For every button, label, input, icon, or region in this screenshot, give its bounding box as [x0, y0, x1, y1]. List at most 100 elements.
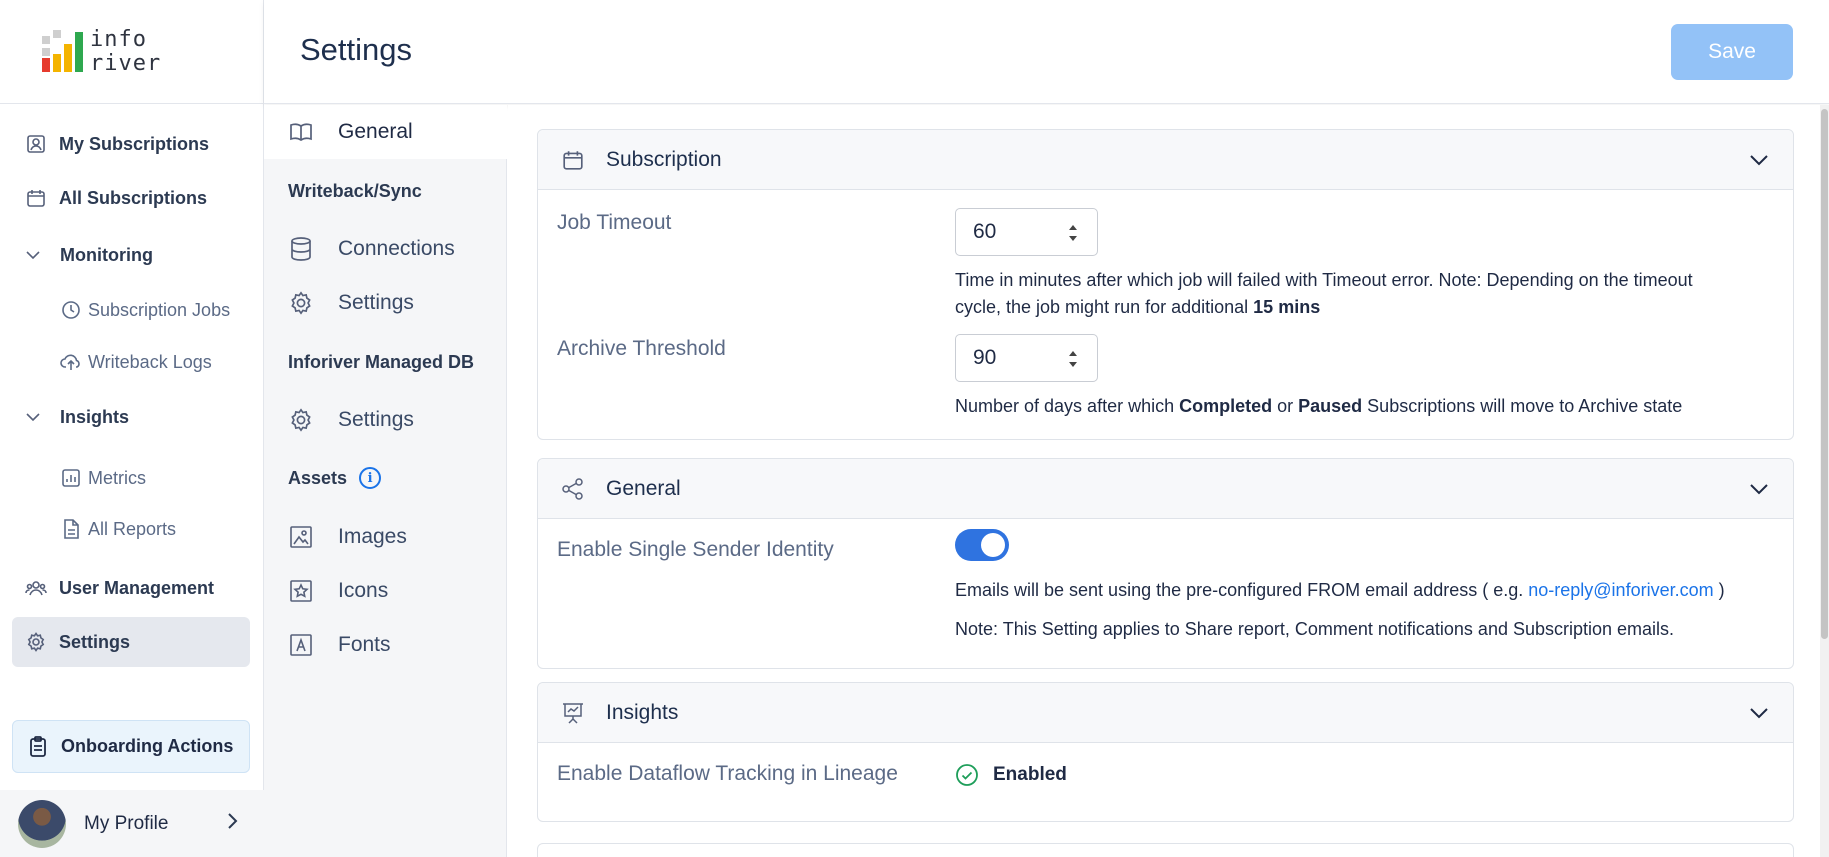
archive-threshold-label: Archive Threshold — [557, 337, 726, 360]
archive-threshold-help: Number of days after which Completed or … — [955, 396, 1683, 416]
dataflow-tracking-status: Enabled — [955, 763, 1067, 787]
sidebar-group-label: Insights — [60, 406, 130, 427]
database-icon — [288, 236, 314, 262]
presentation-chart-icon — [560, 700, 586, 726]
subnav-label: Connections — [338, 237, 455, 260]
gear-icon — [288, 407, 314, 433]
scrollbar[interactable] — [1820, 105, 1829, 857]
sidebar-item-user-management[interactable]: User Management — [12, 563, 250, 613]
chevron-down-icon[interactable] — [1747, 477, 1771, 501]
subscription-card: Subscription Job Timeout 60 Time in minu… — [537, 129, 1794, 440]
clock-icon — [60, 299, 82, 321]
sidebar-group-monitoring[interactable]: Monitoring — [12, 235, 250, 275]
logo-mark — [42, 30, 84, 72]
sidebar-item-all-subscriptions[interactable]: All Subscriptions — [12, 173, 250, 223]
subnav-heading-managed-db: Inforiver Managed DB — [288, 352, 475, 372]
sidebar-item-subscription-jobs[interactable]: Subscription Jobs — [60, 292, 230, 328]
subnav-item-fonts[interactable]: Fonts — [264, 618, 507, 672]
insights-card-header[interactable]: Insights — [538, 683, 1793, 743]
cloud-upload-icon — [60, 351, 82, 373]
sidebar-item-my-subscriptions[interactable]: My Subscriptions — [12, 119, 250, 169]
profile-menu[interactable]: My Profile — [0, 790, 264, 857]
subnav-label: Images — [338, 525, 407, 548]
single-sender-toggle[interactable] — [955, 529, 1009, 561]
toggle-knob — [981, 533, 1005, 557]
sidebar-item-writeback-logs[interactable]: Writeback Logs — [60, 344, 212, 380]
general-card-header[interactable]: General — [538, 459, 1793, 519]
single-sender-help: Emails will be sent using the pre-config… — [955, 580, 1725, 600]
gear-icon — [288, 290, 314, 316]
job-timeout-help: Time in minutes after which job will fai… — [955, 270, 1693, 317]
image-icon — [288, 524, 314, 550]
document-icon — [60, 518, 82, 540]
sidebar-item-settings[interactable]: Settings — [12, 617, 250, 667]
card-title: General — [606, 476, 681, 500]
subnav-item-images[interactable]: Images — [264, 510, 507, 564]
top-header: Settings Save — [264, 0, 1829, 104]
users-icon — [25, 577, 47, 599]
gear-icon — [25, 631, 47, 653]
scrollbar-thumb[interactable] — [1821, 109, 1828, 639]
profile-name: My Profile — [84, 812, 169, 834]
font-icon — [288, 632, 314, 658]
general-card: General Enable Single Sender Identity Em… — [537, 458, 1794, 669]
subnav-item-connections[interactable]: Connections — [264, 222, 507, 276]
chevron-down-icon[interactable] — [1747, 148, 1771, 172]
subnav-heading-label: Assets — [288, 467, 348, 488]
clipboard-icon — [27, 735, 49, 758]
sidebar-item-label: Subscription Jobs — [88, 299, 231, 320]
share-icon — [560, 476, 586, 502]
chevron-down-icon[interactable] — [1747, 701, 1771, 725]
single-sender-label: Enable Single Sender Identity — [557, 538, 834, 561]
settings-content: Subscription Job Timeout 60 Time in minu… — [508, 105, 1829, 857]
dataflow-tracking-label: Enable Dataflow Tracking in Lineage — [557, 762, 898, 785]
sidebar-item-label: All Reports — [88, 518, 177, 539]
sidebar-item-label: Writeback Logs — [88, 351, 212, 372]
save-button[interactable]: Save — [1671, 24, 1793, 80]
card-title: Subscription — [606, 147, 722, 171]
archive-threshold-input[interactable]: 90 — [955, 334, 1098, 382]
check-circle-icon — [956, 764, 978, 786]
settings-subnav: General Writeback/Sync Connections Setti… — [264, 105, 507, 857]
onboarding-actions-button[interactable]: Onboarding Actions — [12, 720, 250, 773]
chevron-down-icon — [26, 409, 48, 425]
archive-threshold-value: 90 — [973, 346, 997, 369]
sidebar-item-all-reports[interactable]: All Reports — [60, 511, 176, 547]
email-link[interactable]: no-reply@inforiver.com — [1528, 580, 1713, 600]
sidebar: info river My Subscriptions All Subscrip… — [0, 0, 264, 857]
logo[interactable]: info river — [0, 0, 263, 104]
subnav-item-icons[interactable]: Icons — [264, 564, 507, 618]
subnav-label: General — [338, 120, 413, 143]
subnav-label: Settings — [338, 291, 414, 314]
sidebar-item-label: User Management — [59, 577, 215, 598]
sidebar-group-insights[interactable]: Insights — [12, 397, 250, 437]
job-timeout-input[interactable]: 60 — [955, 208, 1098, 256]
calendar-icon — [560, 147, 586, 173]
subnav-label: Settings — [338, 408, 414, 431]
book-icon — [288, 119, 314, 145]
number-stepper-icon[interactable] — [1067, 221, 1079, 245]
subnav-item-db-settings[interactable]: Settings — [264, 393, 507, 447]
info-icon[interactable]: i — [359, 467, 382, 489]
chevron-down-icon — [26, 247, 48, 263]
subnav-heading-assets: Assets i — [288, 467, 382, 489]
subnav-label: Icons — [338, 579, 389, 602]
subnav-item-writeback-settings[interactable]: Settings — [264, 276, 507, 330]
subnav-item-general[interactable]: General — [264, 105, 507, 159]
card-title: Insights — [606, 700, 679, 724]
sidebar-item-label: Settings — [59, 631, 131, 652]
single-sender-note: Note: This Setting applies to Share repo… — [955, 619, 1675, 639]
job-timeout-label: Job Timeout — [557, 211, 672, 234]
sidebar-item-label: All Subscriptions — [59, 187, 208, 208]
next-card — [537, 843, 1794, 857]
chevron-right-icon — [226, 812, 238, 836]
sidebar-item-metrics[interactable]: Metrics — [60, 460, 146, 496]
subnav-label: Fonts — [338, 633, 391, 656]
bar-chart-icon — [60, 467, 82, 489]
subscriptions-icon — [25, 133, 47, 155]
subscription-card-header[interactable]: Subscription — [538, 130, 1793, 190]
logo-text: info river — [90, 27, 162, 76]
number-stepper-icon[interactable] — [1067, 347, 1079, 371]
star-box-icon — [288, 578, 314, 604]
calendar-icon — [25, 187, 47, 209]
